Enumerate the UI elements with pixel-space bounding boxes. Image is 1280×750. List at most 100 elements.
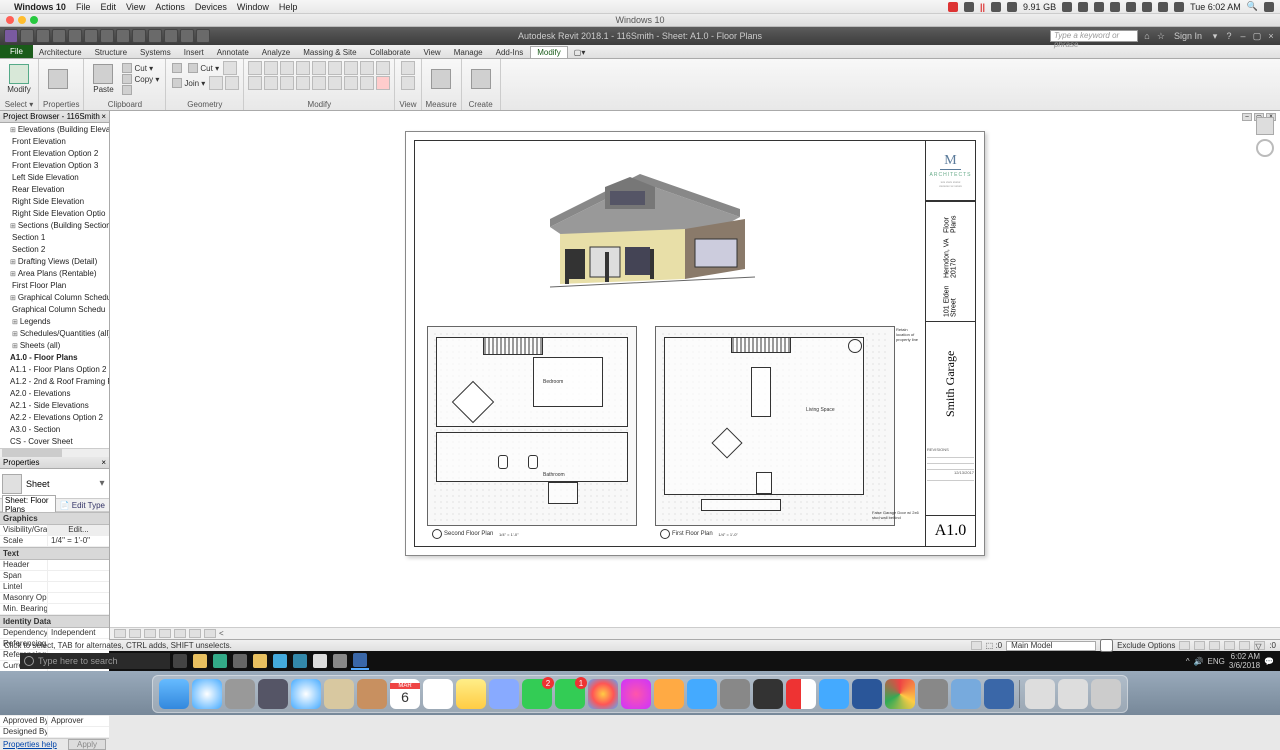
apply-button[interactable]: Apply: [68, 739, 106, 750]
menubar-icon[interactable]: [991, 2, 1001, 12]
move-button[interactable]: [296, 61, 310, 75]
win-close[interactable]: ×: [1266, 31, 1276, 41]
split-button[interactable]: [360, 61, 374, 75]
dock-photos[interactable]: [588, 679, 618, 709]
dock-messages[interactable]: [522, 679, 552, 709]
cut-button[interactable]: Cut ▾: [120, 63, 161, 73]
mac-menu-edit[interactable]: Edit: [100, 2, 116, 12]
cope-button[interactable]: [170, 63, 184, 73]
tree-node[interactable]: Section 1: [0, 232, 109, 244]
menubar-icon[interactable]: [1126, 2, 1136, 12]
dock-revit[interactable]: [984, 679, 1014, 709]
dock-app[interactable]: [918, 679, 948, 709]
align-button[interactable]: [248, 61, 262, 75]
qat-redo[interactable]: [84, 29, 98, 43]
menubar-icon[interactable]: [1142, 2, 1152, 12]
taskbar-search[interactable]: Type here to search: [20, 653, 170, 669]
tree-node[interactable]: Graphical Column Schedules: [0, 292, 109, 304]
search-input[interactable]: Type a keyword or phrase: [1050, 30, 1138, 42]
dock-app[interactable]: [819, 679, 849, 709]
qat-measure[interactable]: [116, 29, 130, 43]
mac-menu-actions[interactable]: Actions: [155, 2, 185, 12]
dock-word[interactable]: [852, 679, 882, 709]
paste-button[interactable]: Paste: [88, 61, 118, 97]
geom-btn[interactable]: [209, 76, 223, 90]
menubar-icon[interactable]: [1094, 2, 1104, 12]
offset-button[interactable]: [264, 61, 278, 75]
qat-btn[interactable]: [164, 29, 178, 43]
prop-row[interactable]: Masonry Ope..: [0, 593, 109, 604]
sb-btn[interactable]: [1239, 641, 1250, 650]
mod-btn[interactable]: [280, 76, 294, 90]
dock-folder[interactable]: [1025, 679, 1055, 709]
modify-tool[interactable]: Modify: [4, 61, 34, 97]
sb-btn[interactable]: [1224, 641, 1235, 650]
tab-analyze[interactable]: Analyze: [256, 47, 297, 58]
dock-launchpad[interactable]: [225, 679, 255, 709]
dock-preview[interactable]: [324, 679, 354, 709]
tb-store[interactable]: [231, 652, 249, 670]
tree-node[interactable]: Sheets (all): [0, 340, 109, 352]
prop-row[interactable]: DependencyIndependent: [0, 628, 109, 639]
infocenter-icon[interactable]: ⌂: [1142, 31, 1152, 41]
dock-sysprefs[interactable]: [720, 679, 750, 709]
tree-node[interactable]: A2.1 - Side Elevations: [0, 400, 109, 412]
qat-sync[interactable]: [52, 29, 66, 43]
tb-edge[interactable]: [211, 652, 229, 670]
tab-collaborate[interactable]: Collaborate: [364, 47, 418, 58]
cut-geom-button[interactable]: Cut ▾: [186, 63, 221, 73]
join-button[interactable]: Join ▾: [170, 78, 207, 88]
qat-btn[interactable]: [196, 29, 210, 43]
geom-btn[interactable]: [225, 76, 239, 90]
tree-node[interactable]: Right Side Elevation: [0, 196, 109, 208]
mac-menu-view[interactable]: View: [126, 2, 145, 12]
help-icon[interactable]: ?: [1224, 31, 1234, 41]
tree-node[interactable]: Schedules/Quantities (all): [0, 328, 109, 340]
dock-notes[interactable]: [456, 679, 486, 709]
tb-ie[interactable]: [271, 652, 289, 670]
vc-detail[interactable]: [129, 629, 141, 638]
sb-worksets[interactable]: [971, 641, 982, 650]
menubar-icon[interactable]: [1062, 2, 1072, 12]
menubar-icon[interactable]: [964, 2, 974, 12]
tree-node[interactable]: A3.0 - Section: [0, 424, 109, 436]
tb-mail[interactable]: [311, 652, 329, 670]
tab-context[interactable]: ▢▾: [568, 47, 593, 58]
qat-print[interactable]: [100, 29, 114, 43]
copy-button[interactable]: [312, 61, 326, 75]
qat-dim[interactable]: [148, 29, 162, 43]
mod-btn[interactable]: [264, 76, 278, 90]
dock-facetime[interactable]: [555, 679, 585, 709]
tree-node[interactable]: First Floor Plan: [0, 280, 109, 292]
dock-downloads[interactable]: [1058, 679, 1088, 709]
notification-icon[interactable]: [1264, 2, 1274, 12]
match-button[interactable]: [120, 85, 161, 95]
tree-node[interactable]: Drafting Views (Detail): [0, 256, 109, 268]
revit-app-button[interactable]: [4, 29, 18, 43]
vc-sun[interactable]: [159, 629, 171, 638]
tree-node[interactable]: Front Elevation Option 2: [0, 148, 109, 160]
dock-ibooks[interactable]: [654, 679, 684, 709]
qat-save[interactable]: [36, 29, 50, 43]
tb-explorer[interactable]: [191, 652, 209, 670]
copy-button[interactable]: Copy ▾: [120, 74, 161, 84]
exchange-icon[interactable]: ▾: [1210, 31, 1220, 41]
dock-finder[interactable]: [159, 679, 189, 709]
pin-button[interactable]: [360, 76, 374, 90]
sb-btn[interactable]: [1209, 641, 1220, 650]
browser-tree[interactable]: Elevations (Building ElevationFront Elev…: [0, 123, 109, 448]
tree-node[interactable]: A1.1 - Floor Plans Option 2: [0, 364, 109, 376]
view-btn[interactable]: [401, 76, 415, 90]
menubar-icon[interactable]: [1158, 2, 1168, 12]
dock-calendar[interactable]: MAR6: [390, 679, 420, 709]
mac-menu-file[interactable]: File: [76, 2, 91, 12]
signin-button[interactable]: Sign In: [1170, 31, 1206, 41]
tree-node[interactable]: Right Side Elevation Optio: [0, 208, 109, 220]
dock-textedit[interactable]: [423, 679, 453, 709]
vc-visual[interactable]: [144, 629, 156, 638]
browser-hscroll[interactable]: [0, 448, 109, 457]
dock-app[interactable]: [258, 679, 288, 709]
properties-button[interactable]: [43, 61, 73, 97]
prop-row[interactable]: Header: [0, 560, 109, 571]
measure-button[interactable]: [426, 61, 456, 97]
